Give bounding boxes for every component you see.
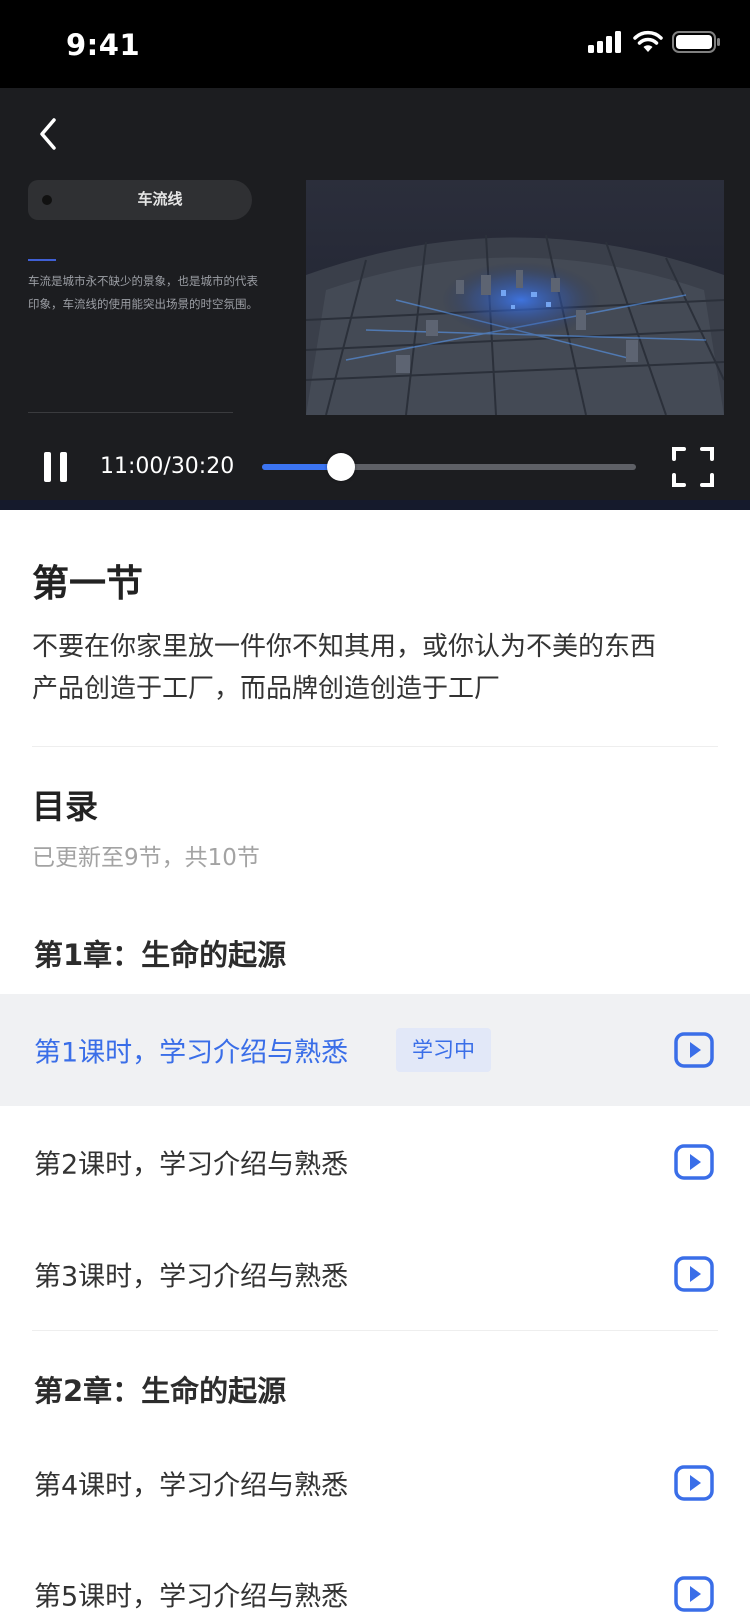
status-bar: 9:41 bbox=[0, 0, 750, 88]
fullscreen-icon bbox=[672, 447, 714, 487]
pause-icon bbox=[44, 452, 51, 482]
slide-divider bbox=[28, 412, 233, 413]
play-circle-icon[interactable] bbox=[674, 1576, 714, 1612]
section-title: 第一节 bbox=[32, 562, 143, 605]
lesson-item-1[interactable]: 第1课时，学习介绍与熟悉 学习中 bbox=[0, 994, 750, 1106]
slide-description: 车流是城市永不缺少的景象，也是城市的代表印象，车流线的使用能突出场景的时空氛围。 bbox=[28, 274, 258, 311]
catalog-title: 目录 bbox=[32, 787, 98, 826]
slide-title-pill: 车流线 bbox=[28, 180, 252, 220]
pause-icon-bar bbox=[60, 452, 67, 482]
fullscreen-button[interactable] bbox=[672, 446, 714, 488]
slide-dot bbox=[42, 195, 52, 205]
section-description: 不要在你家里放一件你不知其用，或你认为不美的东西 产品创造于工厂，而品牌创造创造… bbox=[32, 626, 722, 710]
lesson-item-3[interactable]: 第3课时，学习介绍与熟悉 bbox=[0, 1218, 750, 1330]
lesson-label: 第5课时，学习介绍与熟悉 bbox=[34, 1581, 349, 1613]
video-controls: 11:00/30:20 bbox=[0, 440, 750, 496]
progress-thumb[interactable] bbox=[326, 453, 355, 481]
status-icons bbox=[588, 30, 722, 54]
video-bottom-edge bbox=[0, 500, 750, 510]
play-circle-icon[interactable] bbox=[674, 1256, 714, 1292]
video-frame-city-render bbox=[306, 180, 724, 415]
status-time: 9:41 bbox=[66, 28, 141, 62]
course-player-page: 9:41 车流线 车流是城市永不缺少的景象，也是城市的代表印象，车流线的使用能突… bbox=[0, 0, 750, 1624]
pause-button[interactable] bbox=[44, 452, 68, 482]
section-description-line: 产品创造于工厂，而品牌创造创造于工厂 bbox=[32, 674, 501, 704]
section-description-line: 不要在你家里放一件你不知其用，或你认为不美的东西 bbox=[32, 632, 657, 662]
lesson-label: 第3课时，学习介绍与熟悉 bbox=[34, 1261, 349, 1293]
chapter-title: 第1章：生命的起源 bbox=[34, 938, 287, 972]
lesson-item-4[interactable]: 第4课时，学习介绍与熟悉 bbox=[0, 1427, 750, 1539]
lesson-item-5[interactable]: 第5课时，学习介绍与熟悉 bbox=[0, 1538, 750, 1624]
back-button[interactable] bbox=[30, 112, 70, 156]
divider bbox=[32, 746, 718, 747]
play-circle-icon[interactable] bbox=[674, 1465, 714, 1501]
studying-badge: 学习中 bbox=[396, 1028, 491, 1072]
lesson-label: 第4课时，学习介绍与熟悉 bbox=[34, 1470, 349, 1502]
cellular-signal-icon bbox=[588, 31, 621, 53]
chapter-title: 第2章：生命的起源 bbox=[34, 1374, 287, 1408]
play-circle-icon[interactable] bbox=[674, 1144, 714, 1180]
play-circle-icon[interactable] bbox=[674, 1032, 714, 1068]
catalog-update-status: 已更新至9节，共10节 bbox=[32, 845, 260, 871]
battery-icon bbox=[672, 31, 720, 53]
slide-title: 车流线 bbox=[137, 190, 183, 208]
slide-accent-line bbox=[28, 259, 56, 261]
divider bbox=[32, 1330, 718, 1331]
time-readout: 11:00/30:20 bbox=[100, 454, 235, 479]
lesson-item-2[interactable]: 第2课时，学习介绍与熟悉 bbox=[0, 1106, 750, 1218]
lesson-label: 第2课时，学习介绍与熟悉 bbox=[34, 1149, 349, 1181]
lesson-label: 第1课时，学习介绍与熟悉 bbox=[34, 1037, 349, 1069]
wifi-icon bbox=[633, 30, 663, 52]
progress-bar[interactable] bbox=[262, 453, 636, 481]
chevron-left-icon bbox=[40, 118, 56, 150]
